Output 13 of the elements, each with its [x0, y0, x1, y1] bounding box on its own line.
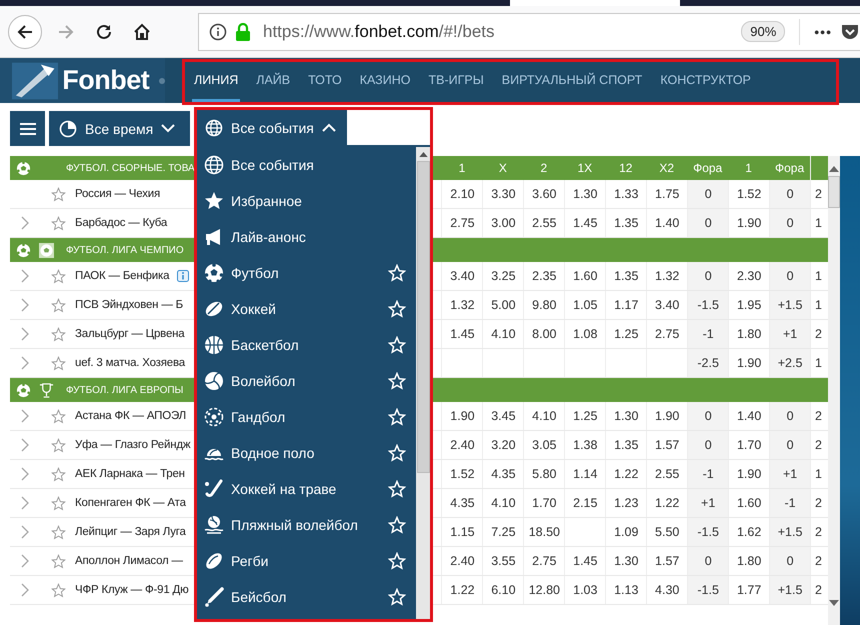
column-header: X2: [658, 160, 676, 177]
league-title: ФУТБОЛ. ЛИГА ЕВРОПЫ: [66, 384, 184, 396]
league-title: ФУТБОЛ. ЛИГА ЧЕМПИО: [66, 244, 184, 256]
column-header: 1X: [576, 160, 594, 177]
column-header: 1: [458, 160, 466, 177]
column-header: 1: [744, 160, 753, 177]
column-header: X: [498, 160, 508, 177]
column-header: 2: [540, 160, 548, 177]
column-header: Фора: [774, 160, 806, 177]
column-header: 12: [618, 160, 634, 177]
column-header: Фора: [692, 160, 724, 177]
league-title: ФУТБОЛ. СБОРНЫЕ. ТОВА: [66, 162, 195, 174]
url-text: https://www.fonbet.com/#!/bets: [263, 22, 496, 42]
